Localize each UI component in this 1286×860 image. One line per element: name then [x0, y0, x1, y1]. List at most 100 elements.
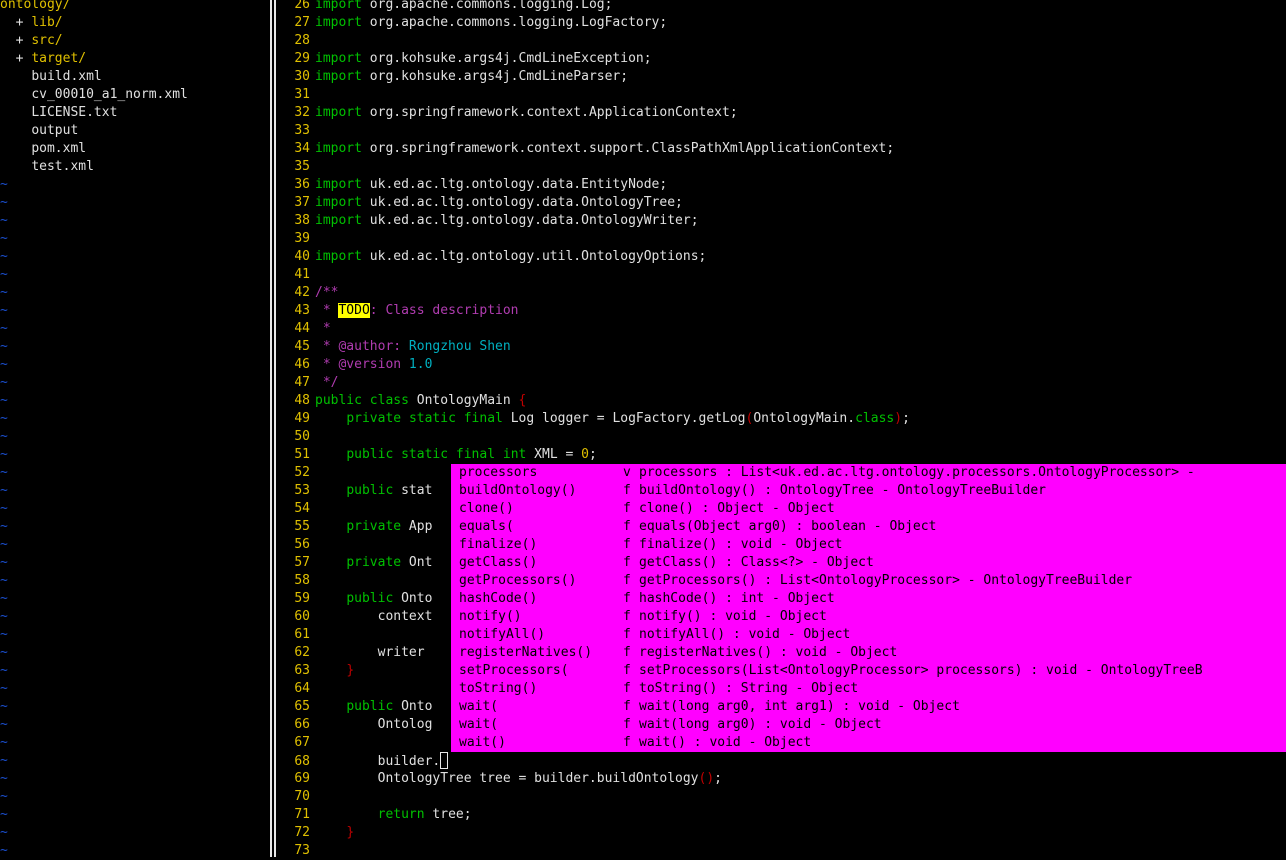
completion-word: clone() [459, 501, 514, 516]
completion-signature: setProcessors(List<OntologyProcessor> pr… [639, 663, 1203, 678]
completion-item[interactable]: finalize() f finalize() : void - Object [451, 536, 1286, 554]
tree-dir-item[interactable]: + target/ [0, 50, 268, 68]
tree-item-label: output [31, 123, 79, 138]
code-line[interactable]: 40 import uk.ed.ac.ltg.ontology.util.Onto… [278, 248, 1286, 266]
code-text: /** [315, 285, 339, 300]
empty-line-tilde: ~ [0, 195, 8, 210]
code-line[interactable]: 39 [278, 230, 1286, 248]
line-number: 42 [294, 285, 310, 300]
line-number: 60 [294, 609, 310, 624]
code-line[interactable]: 73 [278, 842, 1286, 860]
completion-item[interactable]: buildOntology() f buildOntology() : Ontolo… [451, 482, 1286, 500]
code-line[interactable]: 47 */ [278, 374, 1286, 392]
code-text: import uk.ed.ac.ltg.ontology.data.Ontolo… [315, 195, 683, 210]
code-line[interactable]: 72 } [278, 824, 1286, 842]
completion-item[interactable]: getClass() f getClass() : Class<?> - Objec… [451, 554, 1286, 572]
empty-line-tilde: ~ [0, 717, 8, 732]
completion-item[interactable]: getProcessors() f getProcessors() : List<O… [451, 572, 1286, 590]
code-line[interactable]: 35 [278, 158, 1286, 176]
line-number: 29 [294, 51, 310, 66]
code-line[interactable]: 45 * @author: Rongzhou Shen [278, 338, 1286, 356]
tree-dir-item[interactable]: + lib/ [0, 14, 268, 32]
code-line[interactable]: 29 import org.kohsuke.args4j.CmdLineExcep… [278, 50, 1286, 68]
window-split-bar[interactable] [268, 0, 278, 857]
completion-item[interactable]: hashCode() f hashCode() : int - Object [451, 590, 1286, 608]
file-tree-pane[interactable]: ontology/ + lib/ + src/ + target/ build.… [0, 0, 268, 860]
completion-item[interactable]: clone() f clone() : Object - Object [451, 500, 1286, 518]
line-number: 59 [294, 591, 310, 606]
line-number: 41 [294, 267, 310, 282]
code-line[interactable]: 32 import org.springframework.context.App… [278, 104, 1286, 122]
completion-item[interactable]: toString() f toString() : String - Object [451, 680, 1286, 698]
code-line[interactable]: 31 [278, 86, 1286, 104]
line-number: 55 [294, 519, 310, 534]
code-line[interactable]: 38 import uk.ed.ac.ltg.ontology.data.Onto… [278, 212, 1286, 230]
code-line[interactable]: 34 import org.springframework.context.sup… [278, 140, 1286, 158]
tree-file-item[interactable]: pom.xml [0, 140, 268, 158]
code-text: * @author: Rongzhou Shen [315, 339, 511, 354]
completion-item[interactable]: wait(f wait(long arg0, int arg1) : void -… [451, 698, 1286, 716]
line-number: 35 [294, 159, 310, 174]
code-line[interactable]: 36 import uk.ed.ac.ltg.ontology.data.Enti… [278, 176, 1286, 194]
completion-kind: f [623, 627, 631, 642]
code-line[interactable]: 44 * [278, 320, 1286, 338]
code-line[interactable]: 69 OntologyTree tree = builder.buildOnto… [278, 770, 1286, 788]
completion-kind: f [623, 645, 631, 660]
completion-item[interactable]: notify() f notify() : void - Object [451, 608, 1286, 626]
completion-item[interactable]: processors v processors : List<uk.ed.ac.lt… [451, 464, 1286, 482]
code-line[interactable]: 70 [278, 788, 1286, 806]
empty-line-tilde: ~ [0, 519, 8, 534]
code-line[interactable]: 37 import uk.ed.ac.ltg.ontology.data.Onto… [278, 194, 1286, 212]
tree-expand-marker [0, 159, 31, 174]
code-text: } [346, 825, 355, 840]
code-line[interactable]: 42 /** [278, 284, 1286, 302]
completion-word: notify() [459, 609, 522, 624]
line-number: 66 [294, 717, 310, 732]
empty-line-tilde: ~ [0, 177, 8, 192]
code-text: private App [346, 519, 433, 534]
code-line[interactable]: 33 [278, 122, 1286, 140]
tree-file-item[interactable]: build.xml [0, 68, 268, 86]
line-number: 46 [294, 357, 310, 372]
tree-expand-marker [0, 105, 31, 120]
code-line[interactable]: 51 public static final int XML = 0; [278, 446, 1286, 464]
completion-item[interactable]: registerNatives() f registerNatives() : vo… [451, 644, 1286, 662]
tree-file-item[interactable]: cv_00010_a1_norm.xml [0, 86, 268, 104]
split-line-right [274, 0, 276, 857]
code-line[interactable]: 43 * TODO: Class description [278, 302, 1286, 320]
tree-file-item[interactable]: LICENSE.txt [0, 104, 268, 122]
completion-word: registerNatives() [459, 645, 593, 660]
tree-item-label: pom.xml [31, 141, 87, 156]
completion-item[interactable]: wait(f wait(long arg0) : void - Object [451, 716, 1286, 734]
completion-kind: f [623, 591, 631, 606]
tree-file-item[interactable]: output [0, 122, 268, 140]
line-number: 28 [294, 33, 310, 48]
code-line[interactable]: 49 private static final Log logger = Log… [278, 410, 1286, 428]
code-line[interactable]: 50 [278, 428, 1286, 446]
completion-item[interactable]: notifyAll() f notifyAll() : void - Object [451, 626, 1286, 644]
completion-item[interactable]: setProcessors(f setProcessors(List<Ontolo… [451, 662, 1286, 680]
code-line[interactable]: 27 import org.apache.commons.logging.LogF… [278, 14, 1286, 32]
line-number: 48 [294, 393, 310, 408]
completion-item[interactable]: equals(f equals(Object arg0) : boolean - … [451, 518, 1286, 536]
completion-popup[interactable]: processors v processors : List<uk.ed.ac.lt… [451, 464, 1286, 752]
code-text: import org.kohsuke.args4j.CmdLineParser; [315, 69, 629, 84]
empty-line-tilde: ~ [0, 537, 8, 552]
empty-line-tilde: ~ [0, 393, 8, 408]
code-line[interactable]: 26 import org.apache.commons.logging.Log; [278, 0, 1286, 14]
tree-dir-item[interactable]: + src/ [0, 32, 268, 50]
code-line[interactable]: 68 builder. [278, 752, 1286, 770]
tree-root[interactable]: ontology/ [0, 0, 268, 14]
completion-item[interactable]: wait() f wait() : void - Object [451, 734, 1286, 752]
code-line[interactable]: 48 public class OntologyMain { [278, 392, 1286, 410]
code-line[interactable]: 41 [278, 266, 1286, 284]
code-line[interactable]: 28 [278, 32, 1286, 50]
code-line[interactable]: 30 import org.kohsuke.args4j.CmdLineParse… [278, 68, 1286, 86]
tree-expand-marker: + [0, 15, 32, 30]
code-line[interactable]: 71 return tree; [278, 806, 1286, 824]
tree-file-item[interactable]: test.xml [0, 158, 268, 176]
tree-item-label: cv_00010_a1_norm.xml [31, 87, 188, 102]
tree-item-label: target/ [31, 51, 87, 66]
code-line[interactable]: 46 * @version 1.0 [278, 356, 1286, 374]
line-number: 68 [294, 754, 310, 769]
